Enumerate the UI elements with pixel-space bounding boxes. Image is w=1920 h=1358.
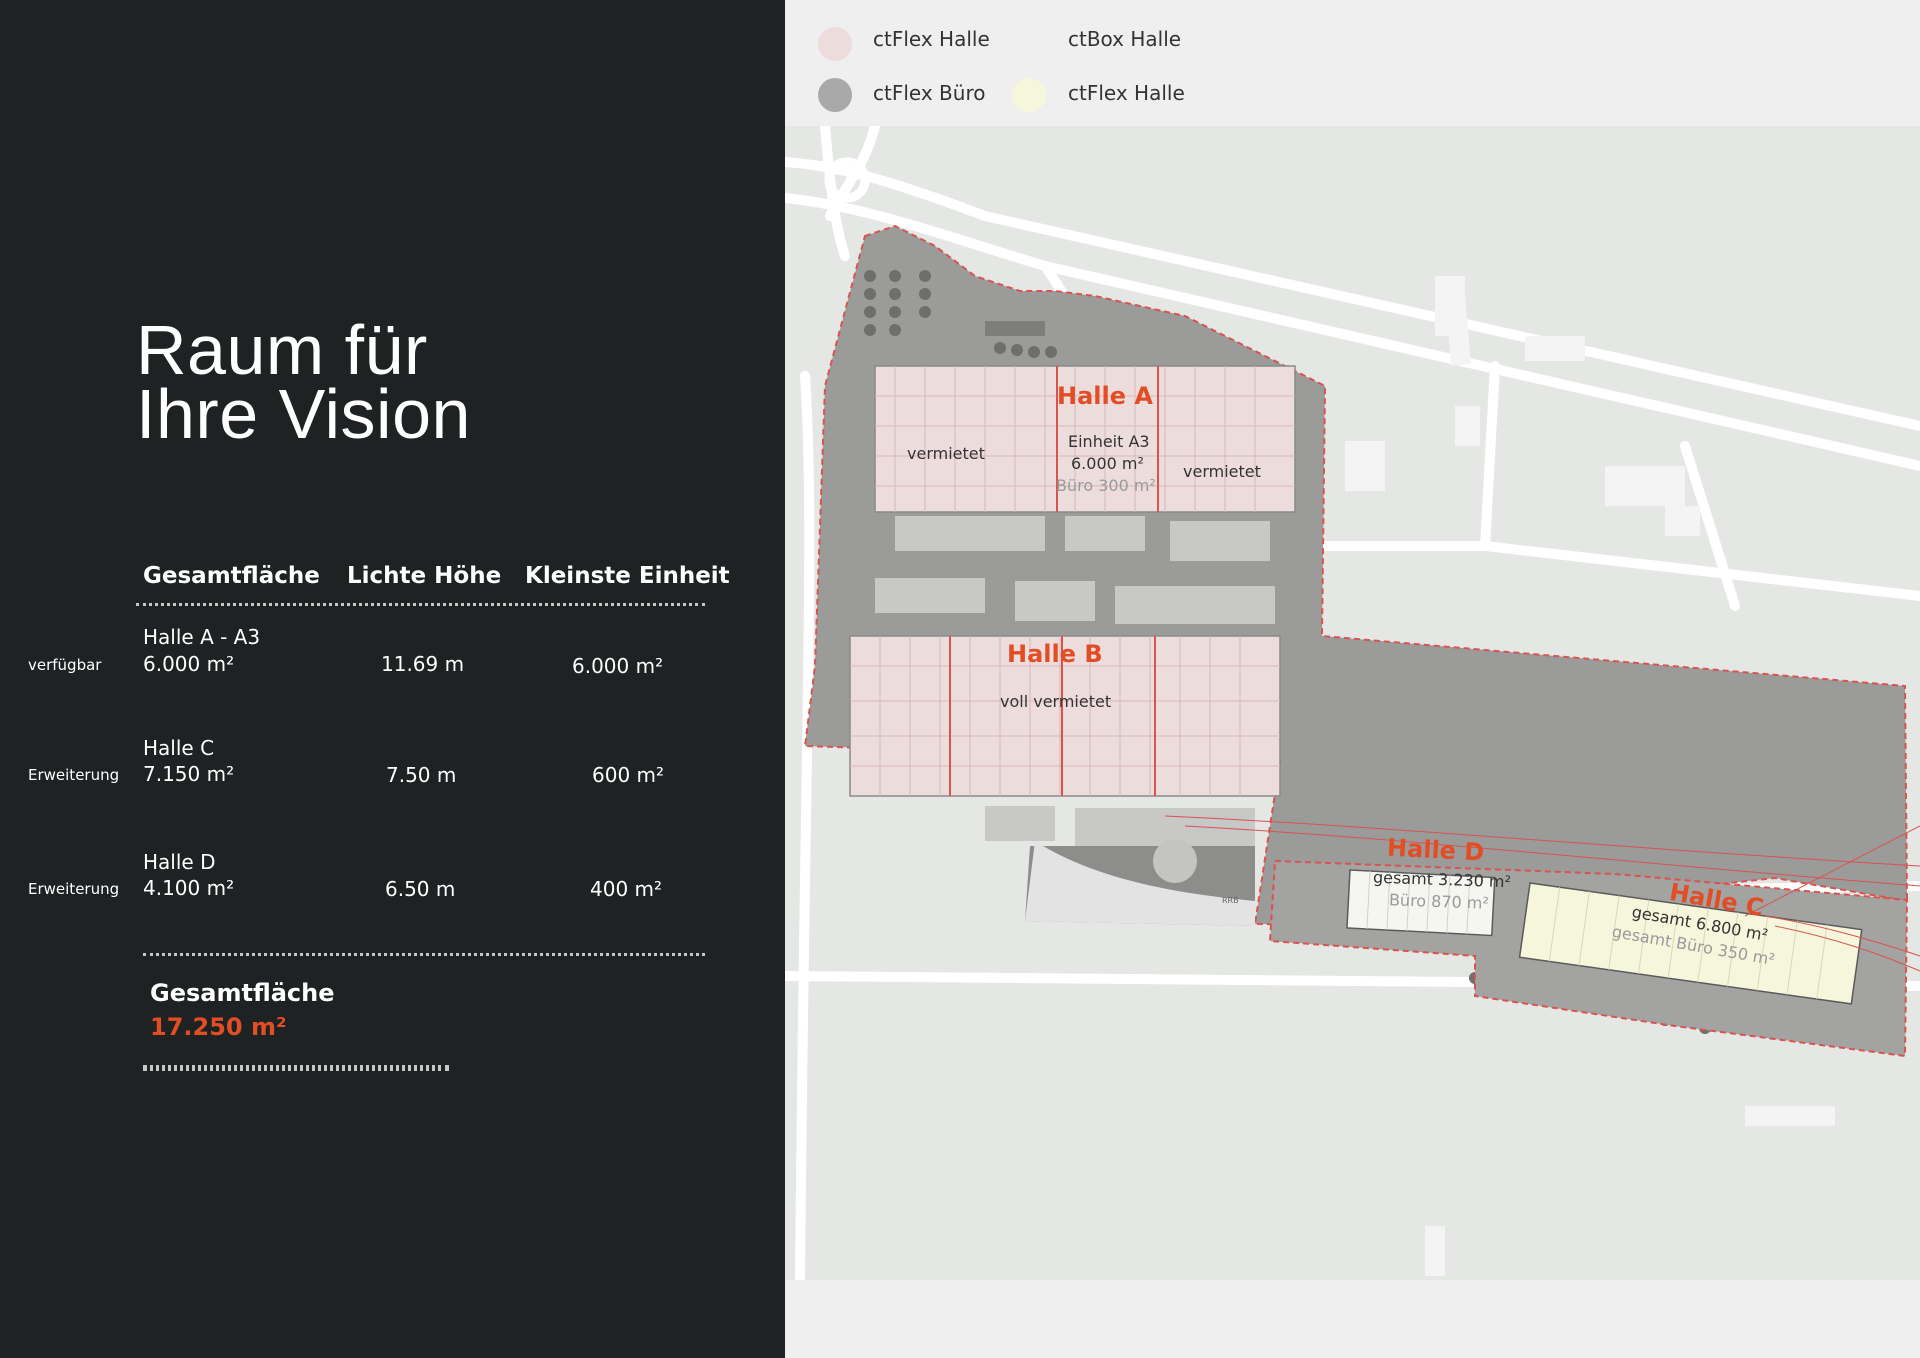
row-height: 11.69 m: [381, 652, 465, 676]
map-footer-strip: [785, 1280, 1920, 1358]
site-plan-map: Halle A vermietet vermietet Einheit A3 6…: [785, 126, 1920, 1280]
row-height: 7.50 m: [386, 763, 457, 787]
row-smallest-unit: 400 m²: [590, 877, 663, 901]
unit-a3-name: Einheit A3: [1068, 432, 1150, 451]
row-height: 6.50 m: [385, 877, 456, 901]
rrb-label: RRB: [1222, 896, 1239, 905]
site-plan-graphic: [785, 126, 1920, 1280]
page-title: Raum für Ihre Vision: [136, 311, 736, 453]
unit-a3-office: Büro 300 m²: [1056, 476, 1156, 495]
row-area: 7.150 m²: [143, 762, 235, 786]
row-status: Erweiterung: [28, 880, 120, 898]
halle-b-status: voll vermietet: [1000, 692, 1112, 711]
halle-d-title: Halle D: [1386, 833, 1485, 867]
total-divider: [143, 1065, 449, 1071]
total-area-value: 17.250 m²: [150, 1013, 287, 1041]
legend-swatch-office: [818, 78, 852, 112]
legend-swatch-hall-light: [1012, 78, 1046, 112]
halle-d-office: Büro 870 m²: [1388, 890, 1490, 913]
row-area: 6.000 m²: [143, 652, 235, 676]
halle-a-right-unit-status: vermietet: [1183, 462, 1261, 481]
title-line-2: Ihre Vision: [136, 375, 471, 453]
row-name: Halle C: [143, 736, 215, 760]
legend-label: ctFlex Halle: [873, 27, 990, 51]
row-smallest-unit: 6.000 m²: [572, 654, 664, 678]
total-area-label: Gesamtfläche: [150, 979, 335, 1007]
row-name: Halle A - A3: [143, 625, 261, 649]
row-status: verfügbar: [28, 656, 102, 674]
map-panel: ctFlex Halle ctBox Halle ctFlex Büro ctF…: [785, 0, 1920, 1358]
row-status: Erweiterung: [28, 766, 120, 784]
legend-swatch-hall: [818, 27, 852, 61]
title-line-1: Raum für: [136, 311, 428, 389]
column-header-clear-height: Lichte Höhe: [347, 563, 502, 589]
halle-a-left-unit-status: vermietet: [907, 444, 985, 463]
halle-a-title: Halle A: [1057, 382, 1153, 410]
unit-a3-area: 6.000 m²: [1071, 454, 1144, 473]
info-panel: Raum für Ihre Vision Gesamtfläche Lichte…: [0, 0, 785, 1358]
column-header-total-area: Gesamtfläche: [143, 563, 320, 589]
legend-label: ctFlex Büro: [873, 81, 986, 105]
halle-b-title: Halle B: [1007, 640, 1103, 668]
table-divider: [143, 953, 705, 956]
row-area: 4.100 m²: [143, 876, 235, 900]
column-header-smallest-unit: Kleinste Einheit: [525, 563, 730, 589]
row-smallest-unit: 600 m²: [592, 763, 665, 787]
header-divider: [136, 603, 705, 606]
legend-label: ctBox Halle: [1068, 27, 1182, 51]
row-name: Halle D: [143, 850, 216, 874]
map-legend: ctFlex Halle ctBox Halle ctFlex Büro ctF…: [785, 0, 1920, 126]
legend-label: ctFlex Halle: [1068, 81, 1185, 105]
